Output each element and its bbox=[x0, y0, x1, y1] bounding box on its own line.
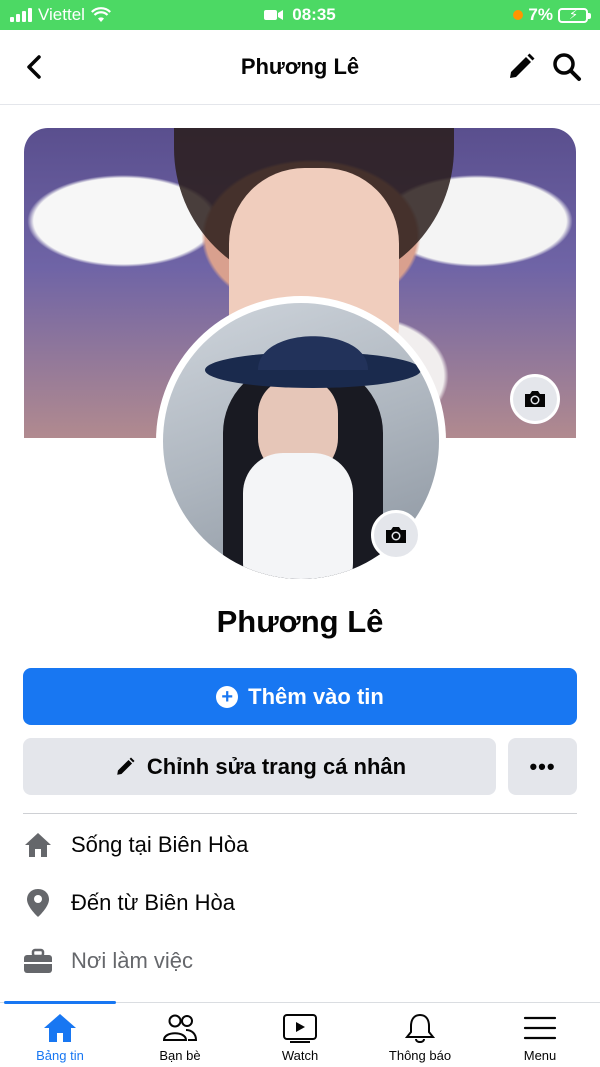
battery-group: 7% ⚡ bbox=[513, 5, 591, 25]
bottom-navigation: Bảng tin Bạn bè Watch Thông báo Menu bbox=[0, 1001, 600, 1067]
edit-profile-button[interactable]: Chỉnh sửa trang cá nhân bbox=[23, 738, 496, 795]
detail-text: Đến từ Biên Hòa bbox=[71, 890, 235, 915]
nav-watch[interactable]: Watch bbox=[240, 1003, 360, 1067]
nav-friends[interactable]: Bạn bè bbox=[120, 1003, 240, 1067]
search-button[interactable] bbox=[550, 50, 584, 84]
pencil-icon bbox=[117, 756, 135, 775]
camera-icon bbox=[525, 391, 545, 407]
search-icon bbox=[553, 53, 581, 81]
pencil-icon bbox=[510, 53, 535, 78]
status-bar: Viettel 08:35 7% ⚡ bbox=[0, 0, 600, 30]
nav-label: Thông báo bbox=[388, 1048, 452, 1063]
top-header: Phương Lê bbox=[0, 30, 600, 105]
nav-label: Bảng tin bbox=[36, 1048, 84, 1063]
nav-label: Bạn bè bbox=[159, 1048, 201, 1063]
avatar-sleeve bbox=[243, 453, 353, 579]
hat-shape bbox=[205, 336, 421, 388]
divider bbox=[23, 813, 577, 814]
edit-profile-picture-button[interactable] bbox=[371, 510, 421, 560]
detail-text: Nơi làm việc bbox=[71, 948, 193, 973]
detail-lives-in: Sống tại Biên Hòa bbox=[23, 830, 248, 860]
add-to-story-label: Thêm vào tin bbox=[248, 683, 384, 709]
detail-text: Sống tại Biên Hòa bbox=[71, 832, 249, 857]
battery-icon: ⚡ bbox=[558, 7, 591, 23]
nav-news-feed[interactable]: Bảng tin bbox=[0, 1001, 120, 1067]
nav-label: Menu bbox=[523, 1048, 557, 1063]
more-options-button[interactable]: ••• bbox=[508, 738, 577, 795]
nav-label: Watch bbox=[281, 1048, 319, 1063]
nav-menu[interactable]: Menu bbox=[480, 1003, 600, 1067]
detail-from: Đến từ Biên Hòa bbox=[23, 888, 235, 918]
watch-icon bbox=[282, 1011, 318, 1045]
add-to-story-button[interactable]: + Thêm vào tin bbox=[23, 668, 577, 725]
home-icon bbox=[23, 830, 53, 860]
location-pin-icon bbox=[23, 888, 53, 918]
status-time: 08:35 bbox=[292, 5, 336, 24]
edit-button[interactable] bbox=[504, 50, 538, 84]
edit-profile-label: Chỉnh sửa trang cá nhân bbox=[146, 753, 407, 779]
privacy-indicator-icon bbox=[513, 10, 524, 20]
battery-percent: 7% bbox=[528, 5, 553, 24]
edit-cover-photo-button[interactable] bbox=[510, 374, 560, 424]
camera-icon bbox=[386, 527, 406, 543]
home-icon bbox=[42, 1011, 78, 1045]
clock-group: 08:35 bbox=[0, 5, 600, 25]
video-camera-icon bbox=[264, 10, 284, 20]
briefcase-icon bbox=[23, 946, 53, 976]
menu-icon bbox=[522, 1011, 558, 1045]
detail-workplace[interactable]: Nơi làm việc bbox=[23, 946, 193, 976]
nav-notifications[interactable]: Thông báo bbox=[360, 1003, 480, 1067]
more-options-icon: ••• bbox=[529, 753, 556, 779]
bell-icon bbox=[402, 1011, 438, 1045]
friends-icon bbox=[162, 1011, 198, 1045]
profile-name: Phương Lê bbox=[216, 604, 384, 639]
plus-circle-icon: + bbox=[216, 685, 239, 708]
